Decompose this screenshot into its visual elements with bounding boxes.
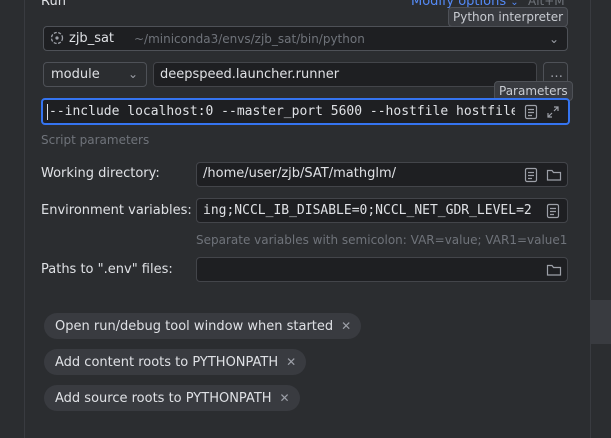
insert-macro-icon[interactable] — [524, 167, 538, 183]
insert-macro-icon[interactable] — [524, 104, 538, 120]
env-files-label: Paths to ".env" files: — [41, 262, 173, 277]
environment-variables-label: Environment variables: — [41, 203, 192, 218]
option-chip-label: Add content roots to PYTHONPATH — [55, 354, 279, 370]
folder-icon[interactable] — [546, 262, 562, 278]
run-section-title: Run — [41, 0, 66, 9]
option-chip-label: Add source roots to PYTHONPATH — [55, 390, 272, 406]
left-gutter — [0, 0, 25, 438]
option-chip-label: Open run/debug tool window when started — [55, 318, 334, 334]
interpreter-name: zjb_sat — [69, 31, 115, 46]
working-directory-field[interactable]: /home/user/zjb/SAT/mathglm/ — [196, 162, 568, 187]
right-gutter — [590, 0, 611, 438]
environment-variables-field[interactable]: ing;NCCL_IB_DISABLE=0;NCCL_NET_GDR_LEVEL… — [196, 198, 568, 223]
option-chip[interactable]: Add source roots to PYTHONPATH ✕ — [44, 385, 300, 411]
expand-icon[interactable] — [546, 104, 560, 120]
interpreter-select[interactable]: zjb_sat ~/miniconda3/envs/zjb_sat/bin/py… — [43, 26, 568, 51]
chevron-down-icon: ⌄ — [128, 67, 139, 81]
folder-icon[interactable] — [546, 167, 562, 183]
more-icon: … — [550, 66, 563, 81]
run-configuration-panel: Run Modify options ⌄ Alt+M Python interp… — [25, 0, 589, 438]
option-chip[interactable]: Add content roots to PYTHONPATH ✕ — [44, 349, 307, 375]
python-icon — [50, 31, 64, 45]
close-icon[interactable]: ✕ — [286, 355, 296, 369]
option-chip[interactable]: Open run/debug tool window when started … — [44, 313, 362, 339]
interpreter-path: ~/miniconda3/envs/zjb_sat/bin/python — [134, 32, 365, 46]
edit-environment-variables-icon[interactable] — [546, 203, 560, 219]
close-icon[interactable]: ✕ — [341, 319, 351, 333]
script-parameters-value: --include localhost:0 --master_port 5600… — [49, 104, 515, 119]
text-caret — [47, 104, 48, 120]
environment-variables-value: ing;NCCL_IB_DISABLE=0;NCCL_NET_GDR_LEVEL… — [203, 203, 532, 218]
run-target-type-select[interactable]: module ⌄ — [43, 62, 147, 87]
run-target-type: module — [51, 67, 100, 82]
module-name: deepspeed.launcher.runner — [160, 67, 340, 82]
chevron-down-icon: ⌄ — [549, 32, 560, 46]
working-directory-value: /home/user/zjb/SAT/mathglm/ — [203, 166, 396, 181]
env-files-field[interactable] — [196, 257, 568, 282]
close-icon[interactable]: ✕ — [280, 391, 290, 405]
python-interpreter-tooltip: Python interpreter — [448, 7, 569, 27]
script-parameters-label: Script parameters — [41, 133, 150, 147]
gutter-highlight — [591, 300, 611, 344]
module-name-field[interactable]: deepspeed.launcher.runner — [153, 62, 537, 87]
working-directory-label: Working directory: — [41, 166, 160, 181]
environment-variables-hint: Separate variables with semicolon: VAR=v… — [196, 233, 568, 247]
script-parameters-field[interactable]: --include localhost:0 --master_port 5600… — [41, 98, 570, 125]
